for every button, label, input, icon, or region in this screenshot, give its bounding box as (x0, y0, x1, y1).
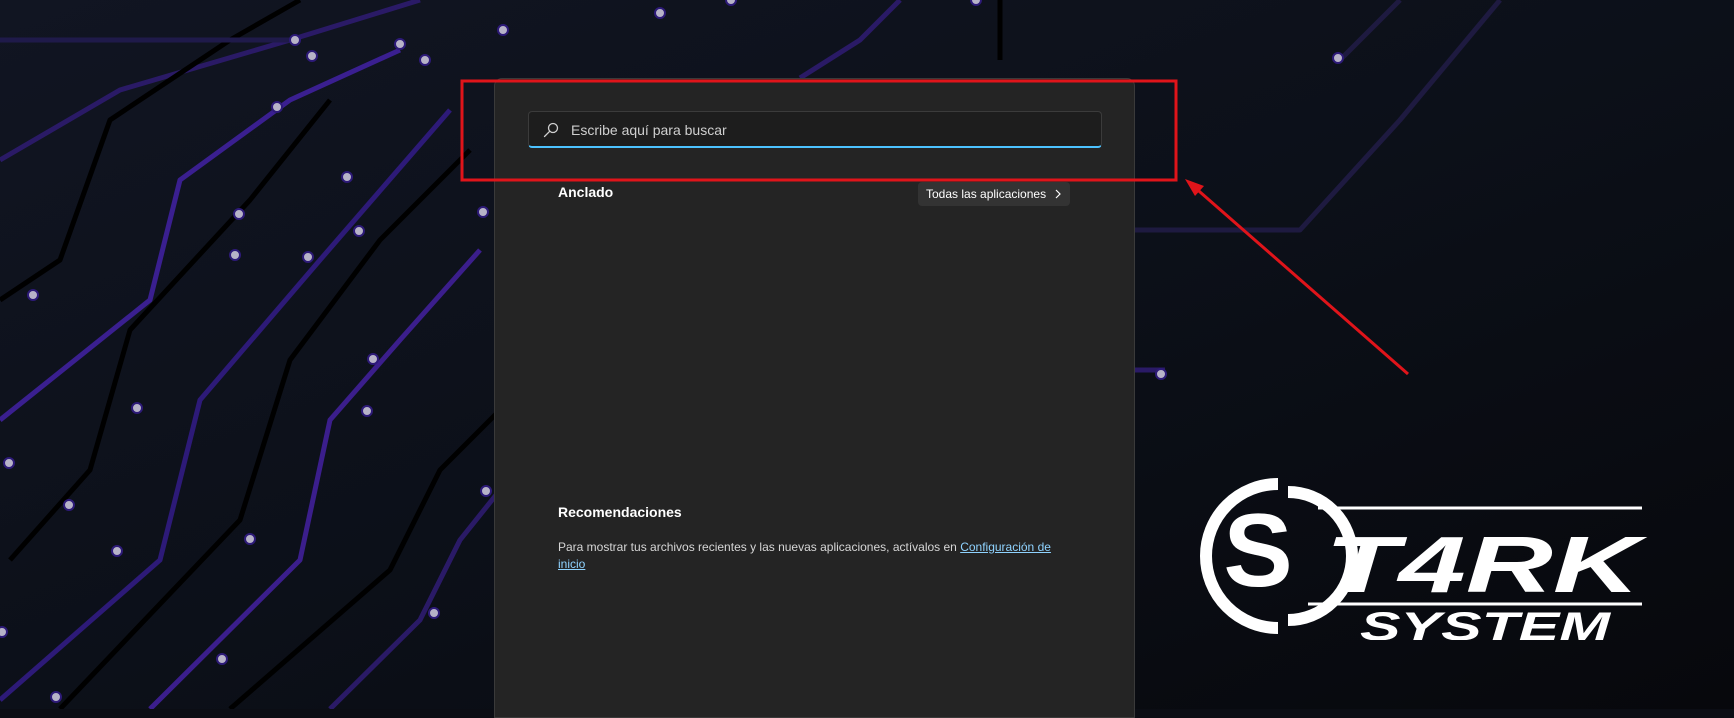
search-icon (543, 122, 559, 138)
search-input[interactable] (571, 112, 1091, 147)
recommendations-message: Para mostrar tus archivos recientes y la… (558, 539, 1058, 573)
start-menu: Anclado Todas las aplicaciones Recomenda… (494, 78, 1135, 718)
logo-emblem-letter: S (1223, 493, 1292, 609)
stark-system-logo: S T4RK SYSTEM (1200, 478, 1648, 640)
pinned-section-title: Anclado (558, 184, 614, 200)
chevron-right-icon (1055, 189, 1061, 199)
logo-text-line2: SYSTEM (1360, 605, 1613, 640)
recommendations-text: Para mostrar tus archivos recientes y la… (558, 540, 961, 554)
all-apps-button[interactable]: Todas las aplicaciones (918, 182, 1071, 206)
recommendations-section-title: Recomendaciones (558, 504, 682, 520)
all-apps-label: Todas las aplicaciones (926, 187, 1047, 201)
logo-text-line1: T4RK (1325, 520, 1648, 609)
search-box[interactable] (528, 111, 1102, 148)
